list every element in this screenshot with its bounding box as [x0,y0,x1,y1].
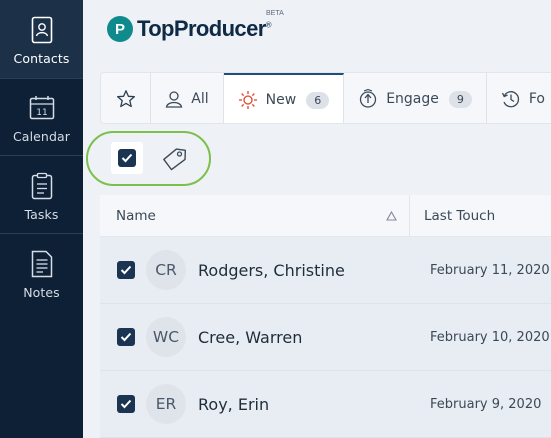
tab-label: All [191,91,209,107]
selection-highlight-ring [86,131,211,186]
brand-logo: P TopProducer® BETA [107,10,284,44]
row-checkbox[interactable] [117,261,135,279]
sort-ascending-icon[interactable] [386,209,397,225]
contact-name[interactable]: Roy, Erin [198,395,420,414]
sun-icon [238,90,258,110]
notes-icon [28,248,56,280]
tag-icon [162,146,188,172]
person-icon [165,90,183,108]
tag-button[interactable] [159,143,191,175]
tab-engage[interactable]: Engage 9 [344,73,487,123]
tab-follow-up[interactable]: Fo [486,73,551,123]
last-touch-date: February 9, 2020 [430,396,542,412]
logo-text: TopProducer® [137,16,272,41]
main-content: P TopProducer® BETA All New 6 Engage 9 F… [83,0,551,438]
calendar-day: 11 [36,108,47,118]
contacts-table: Name Last Touch CR Rodgers, Christine Fe… [100,194,551,438]
last-touch-date: February 11, 2020 [430,262,550,278]
contacts-icon [28,14,56,46]
avatar: CR [146,250,186,290]
sidebar-item-label: Contacts [13,51,70,66]
tasks-icon [28,170,56,202]
tab-all[interactable]: All [151,73,224,123]
tab-label: Fo [528,91,545,107]
avatar: ER [146,384,186,424]
sidebar-item-label: Notes [23,285,60,300]
count-badge: 6 [306,91,330,109]
tab-favorites[interactable] [101,73,152,123]
column-header-last-touch[interactable]: Last Touch [410,208,495,224]
row-checkbox[interactable] [117,328,135,346]
sidebar-item-label: Tasks [24,207,59,222]
history-icon [501,89,521,109]
sidebar-item-contacts[interactable]: Contacts [0,0,83,78]
filter-tabs: All New 6 Engage 9 Fo [100,72,551,124]
table-row[interactable]: ER Roy, Erin February 9, 2020 [100,371,551,438]
avatar: WC [146,317,186,357]
beta-label: BETA [266,10,284,17]
contact-name[interactable]: Cree, Warren [198,328,420,347]
calendar-icon: 11 [28,92,56,124]
sidebar-item-label: Calendar [12,129,70,144]
sidebar-item-tasks[interactable]: Tasks [0,156,83,234]
tab-label: Engage [386,91,439,107]
contact-name[interactable]: Rodgers, Christine [198,261,420,280]
sidebar-item-notes[interactable]: Notes [0,234,83,312]
sidebar: Contacts 11 Calendar Tasks Notes [0,0,83,438]
select-all-checkbox[interactable] [111,142,143,174]
sidebar-item-calendar[interactable]: 11 Calendar [0,78,83,156]
row-checkbox[interactable] [117,395,135,413]
checkbox-checked [118,149,136,167]
engage-icon [358,89,378,109]
column-header-name[interactable]: Name [100,194,410,237]
table-row[interactable]: CR Rodgers, Christine February 11, 2020 [100,237,551,304]
last-touch-date: February 10, 2020 [430,329,550,345]
star-icon [116,89,136,109]
count-badge: 9 [448,90,472,108]
table-row[interactable]: WC Cree, Warren February 10, 2020 [100,304,551,371]
tab-new[interactable]: New 6 [223,73,345,123]
logo-mark-icon: P [107,16,133,42]
table-header: Name Last Touch [100,194,551,237]
tab-label: New [265,92,297,108]
